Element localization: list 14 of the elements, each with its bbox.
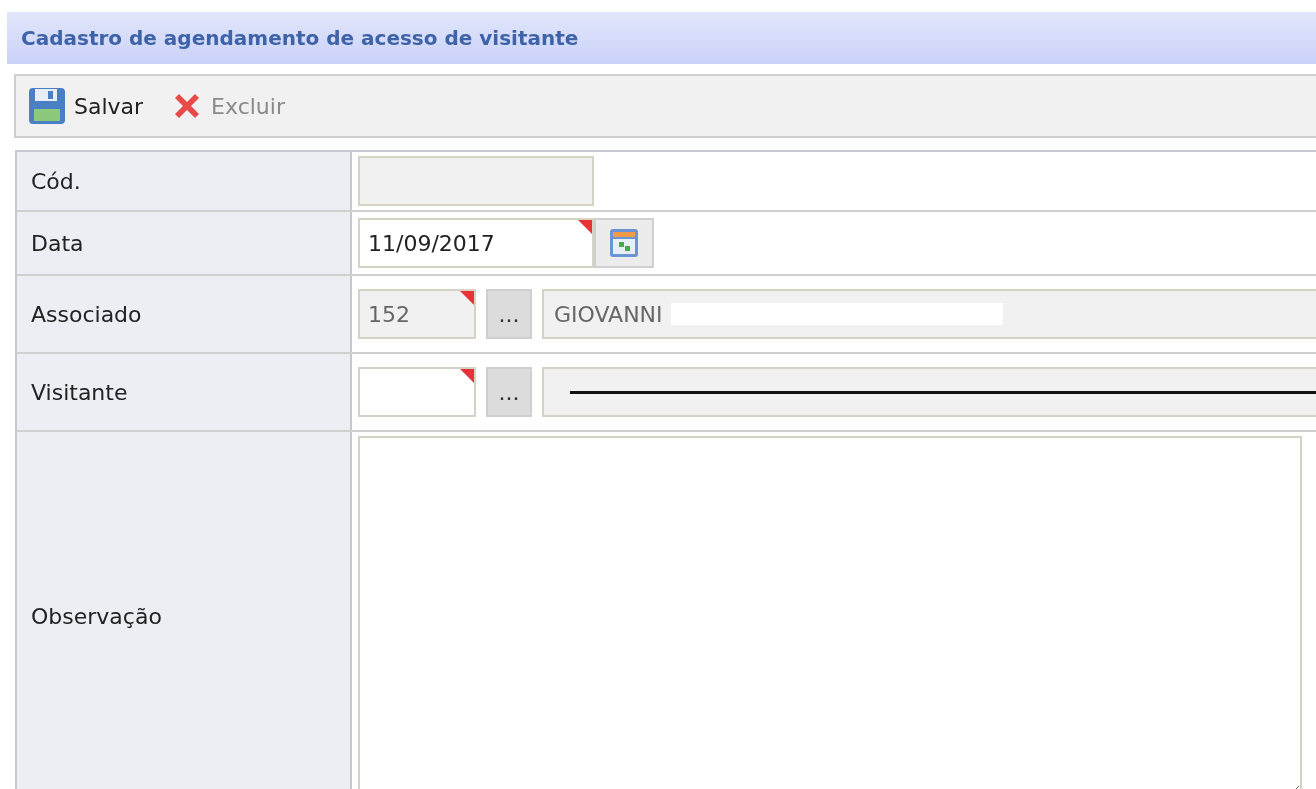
window-title: Cadastro de agendamento de acesso de visitante [7,12,1316,64]
input-field[interactable] [358,367,476,417]
text-area[interactable] [358,436,1302,789]
calendar-button[interactable] [594,218,654,268]
date-field[interactable]: 11/09/2017 [358,218,594,268]
calendar-icon [609,228,639,258]
field-label: Associado [31,300,142,329]
lookup-button[interactable]: ... [486,367,532,417]
save-button[interactable]: Salvar [28,87,144,125]
field-label: Cód. [31,167,81,196]
field-label: Observação [31,602,162,631]
field-label: Visitante [31,378,128,407]
description-text: GIOVANNI [554,300,663,329]
field-label: Data [31,229,84,258]
